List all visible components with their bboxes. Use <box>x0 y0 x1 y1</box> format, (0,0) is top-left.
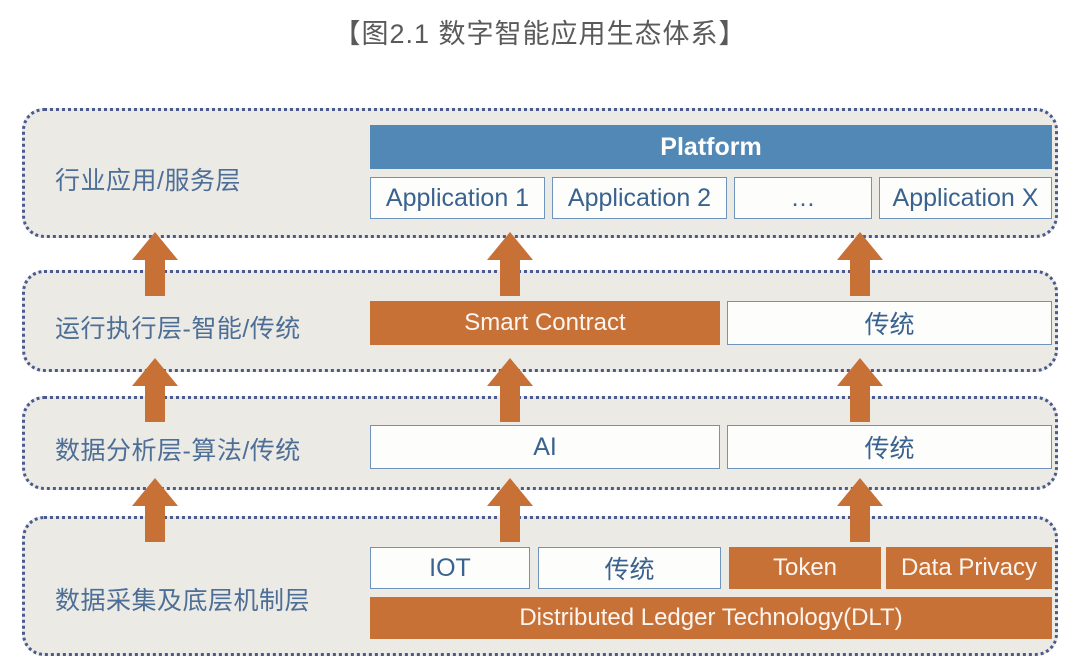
layer-analysis-label: 数据分析层-算法/传统 <box>55 437 301 465</box>
page-title: 【图2.1 数字智能应用生态体系】 <box>333 19 747 49</box>
application-box-x[interactable]: Application X <box>879 177 1052 219</box>
arrow-up-icon <box>837 232 883 296</box>
token-box[interactable]: Token <box>729 547 881 589</box>
iot-box[interactable]: IOT <box>370 547 530 589</box>
arrow-up-icon <box>487 358 533 422</box>
platform-bar[interactable]: Platform <box>370 125 1052 169</box>
data-legacy-box[interactable]: 传统 <box>538 547 721 589</box>
arrow-up-icon <box>132 232 178 296</box>
layer-application: 行业应用/服务层 Platform Application 1 Applicat… <box>22 108 1058 238</box>
arrow-up-icon <box>837 478 883 542</box>
arrow-up-icon <box>487 478 533 542</box>
execution-legacy-box[interactable]: 传统 <box>727 301 1052 345</box>
dlt-bar[interactable]: Distributed Ledger Technology(DLT) <box>370 597 1052 639</box>
layer-application-label: 行业应用/服务层 <box>55 167 241 195</box>
layer-data-collection-label: 数据采集及底层机制层 <box>55 587 311 615</box>
analysis-legacy-box[interactable]: 传统 <box>727 425 1052 469</box>
arrow-up-icon <box>837 358 883 422</box>
data-privacy-box[interactable]: Data Privacy <box>886 547 1052 589</box>
application-box-1[interactable]: Application 1 <box>370 177 545 219</box>
arrow-up-icon <box>132 358 178 422</box>
ai-box[interactable]: AI <box>370 425 720 469</box>
arrow-up-icon <box>132 478 178 542</box>
arrow-up-icon <box>487 232 533 296</box>
application-box-2[interactable]: Application 2 <box>552 177 727 219</box>
layer-execution-label: 运行执行层-智能/传统 <box>55 315 301 343</box>
smart-contract-box[interactable]: Smart Contract <box>370 301 720 345</box>
application-box-ellipsis[interactable]: … <box>734 177 872 219</box>
